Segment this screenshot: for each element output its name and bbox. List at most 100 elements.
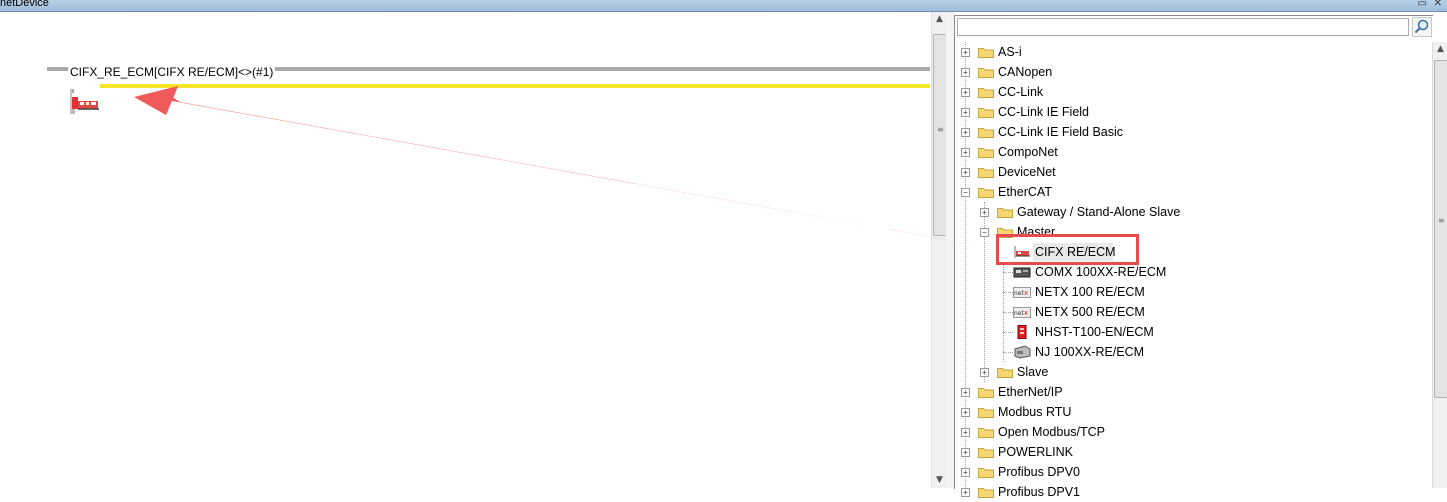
pane-splitter[interactable] (946, 12, 954, 488)
tree-item-powerlink[interactable]: + POWERLINK (955, 442, 1415, 462)
expand-icon[interactable]: + (961, 68, 970, 77)
tree-item-componet[interactable]: + CompoNet (955, 142, 1415, 162)
scroll-down-icon[interactable]: ▼ (932, 473, 947, 488)
folder-icon (997, 368, 1013, 378)
tree-label: NETX 500 RE/ECM (1035, 305, 1145, 319)
tree-item-ethernetip[interactable]: + EtherNet/IP (955, 382, 1415, 402)
tree-item-devicenet[interactable]: + DeviceNet (955, 162, 1415, 182)
expand-icon[interactable]: + (961, 428, 970, 437)
tree-item-asi[interactable]: + AS-i (955, 42, 1415, 62)
tree-item-nj[interactable]: NJ 100XX-RE/ECM (1013, 342, 1447, 362)
tree-label: AS-i (998, 45, 1022, 59)
expand-icon[interactable]: + (961, 88, 970, 97)
tree-item-modbus-rtu[interactable]: + Modbus RTU (955, 402, 1415, 422)
collapse-icon[interactable]: − (961, 188, 970, 197)
tree-item-gateway[interactable]: + Gateway / Stand-Alone Slave (974, 202, 1434, 222)
svg-text:net: net (1014, 290, 1024, 297)
tree-label: EtherCAT (998, 185, 1052, 199)
svg-text:x: x (1024, 289, 1028, 297)
tree-label: CANopen (998, 65, 1053, 79)
search-icon (1414, 19, 1429, 34)
expand-icon[interactable]: + (961, 148, 970, 157)
tree-label: NJ 100XX-RE/ECM (1035, 345, 1145, 359)
tree-label: Open Modbus/TCP (998, 425, 1105, 439)
din-rail-module-icon (1017, 325, 1027, 339)
tree-label: DeviceNet (998, 165, 1056, 179)
tree-item-comx[interactable]: COMX 100XX-RE/ECM (1013, 262, 1447, 282)
tree-item-cclink[interactable]: + CC-Link (955, 82, 1415, 102)
folder-icon (978, 448, 994, 458)
tree-item-ethercat[interactable]: − EtherCAT (955, 182, 1415, 202)
tree-item-netx100[interactable]: net x NETX 100 RE/ECM (1013, 282, 1447, 302)
cifx-card-icon[interactable] (68, 87, 102, 115)
plc-controller-icon (1014, 345, 1031, 359)
folder-icon (978, 108, 994, 118)
expand-icon[interactable]: + (961, 168, 970, 177)
tree-label: CC-Link IE Field Basic (998, 125, 1124, 139)
catalog-search-input[interactable] (957, 18, 1409, 36)
module-icon (1013, 267, 1031, 278)
tree-item-cclink-ie-field[interactable]: + CC-Link IE Field (955, 102, 1415, 122)
scrollbar-thumb[interactable]: ≡ (933, 34, 947, 236)
folder-icon (978, 148, 994, 158)
netx-chip-icon: net x (1013, 287, 1031, 298)
tree-item-open-modbus-tcp[interactable]: + Open Modbus/TCP (955, 422, 1415, 442)
svg-text:x: x (1024, 309, 1028, 317)
tree-label: POWERLINK (998, 445, 1074, 459)
folder-icon (978, 68, 994, 78)
tree-label: CC-Link IE Field (998, 105, 1089, 119)
folder-icon (978, 168, 994, 178)
expand-icon[interactable]: + (961, 488, 970, 497)
expand-icon[interactable]: + (961, 128, 970, 137)
expand-icon[interactable]: + (961, 448, 970, 457)
tree-label: CC-Link (998, 85, 1044, 99)
ethercat-bus-line[interactable] (100, 84, 930, 88)
tree-item-profibus-dpv0[interactable]: + Profibus DPV0 (955, 462, 1415, 482)
folder-icon (978, 388, 994, 398)
tree-item-cclink-ie-field-basic[interactable]: + CC-Link IE Field Basic (955, 122, 1415, 142)
folder-icon (978, 128, 994, 138)
bus-label[interactable]: CIFX_RE_ECM[CIFX RE/ECM]<>(#1) (68, 65, 276, 79)
folder-icon (978, 428, 994, 438)
folder-icon (978, 408, 994, 418)
close-icon[interactable]: ✕ (1434, 0, 1442, 9)
tree-item-slave[interactable]: + Slave (974, 362, 1434, 382)
expand-icon[interactable]: + (961, 468, 970, 477)
collapse-icon[interactable]: − (980, 228, 989, 237)
expand-icon[interactable]: + (961, 48, 970, 57)
expand-icon[interactable]: + (961, 108, 970, 117)
scroll-up-icon[interactable]: ▲ (1433, 42, 1447, 57)
search-button[interactable] (1412, 17, 1432, 37)
tree-label: EtherNet/IP (998, 385, 1063, 399)
window-titlebar: netDevice ▭ ✕ (0, 0, 1447, 12)
tree-item-netx500[interactable]: net x NETX 500 RE/ECM (1013, 302, 1447, 322)
highlight-box (996, 234, 1139, 265)
folder-icon (978, 88, 994, 98)
expand-icon[interactable]: + (980, 208, 989, 217)
tree-label: CompoNet (998, 145, 1058, 159)
tree-item-profibus-dpv1[interactable]: + Profibus DPV1 (955, 482, 1415, 502)
window-title: netDevice (0, 0, 49, 9)
tree-label: NETX 100 RE/ECM (1035, 285, 1145, 299)
canvas-scrollbar[interactable]: ▲ ≡ ▼ (931, 12, 947, 488)
folder-open-icon (978, 188, 994, 198)
svg-text:net: net (1014, 310, 1024, 317)
tree-item-nhst[interactable]: NHST-T100-EN/ECM (1013, 322, 1447, 342)
folder-icon (978, 48, 994, 58)
tree-label: Profibus DPV0 (998, 465, 1080, 479)
folder-icon (997, 208, 1013, 218)
tree-label: Modbus RTU (998, 405, 1072, 419)
netx-chip-icon: net x (1013, 307, 1031, 318)
scrollbar-thumb[interactable]: ≡ (1434, 60, 1447, 398)
catalog-scrollbar[interactable]: ▲ ≡ (1432, 42, 1447, 488)
tree-label: Slave (1017, 365, 1049, 379)
tree-label: COMX 100XX-RE/ECM (1035, 265, 1167, 279)
folder-icon (978, 468, 994, 478)
scroll-up-icon[interactable]: ▲ (932, 12, 947, 27)
minimize-icon[interactable]: ▭ (1418, 0, 1427, 9)
expand-icon[interactable]: + (980, 368, 989, 377)
expand-icon[interactable]: + (961, 388, 970, 397)
tree-item-canopen[interactable]: + CANopen (955, 62, 1415, 82)
expand-icon[interactable]: + (961, 408, 970, 417)
tree-label: Gateway / Stand-Alone Slave (1017, 205, 1181, 219)
